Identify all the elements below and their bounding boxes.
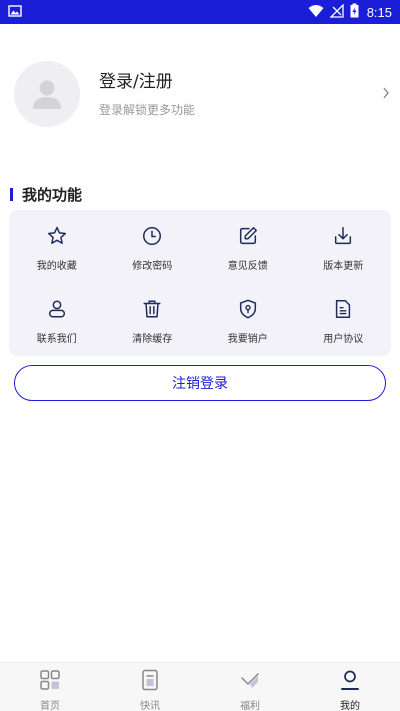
tab-label: 我的: [340, 701, 360, 711]
function-label: 修改密码: [132, 261, 173, 272]
section-header: 我的功能: [10, 184, 82, 205]
user-icon: [339, 669, 361, 691]
tab-label: 快讯: [140, 701, 160, 711]
clock-time: 8:15: [366, 4, 392, 20]
login-subtitle: 登录解锁更多功能: [99, 102, 196, 117]
tab-news[interactable]: 快讯: [100, 663, 200, 711]
function-label: 版本更新: [323, 261, 364, 272]
function-contact-us[interactable]: 联系我们: [9, 283, 105, 356]
function-label: 意见反馈: [227, 261, 268, 272]
tab-home[interactable]: 首页: [0, 663, 100, 711]
tab-label: 首页: [40, 701, 60, 711]
login-profile-row[interactable]: 登录/注册 登录解锁更多功能: [0, 56, 400, 132]
edit-icon: [236, 224, 260, 248]
gift-icon: [239, 669, 261, 691]
function-version-update[interactable]: 版本更新: [296, 210, 392, 283]
image-notification-icon: [8, 3, 22, 22]
status-bar: 8:15: [0, 0, 400, 24]
bottom-tab-bar: 首页 快讯 福利 我的: [0, 662, 400, 711]
chevron-right-icon[interactable]: [382, 85, 390, 104]
function-user-agreement[interactable]: 用户协议: [296, 283, 392, 356]
section-accent-bar: [10, 188, 13, 201]
tab-label: 福利: [240, 701, 260, 711]
function-clear-cache[interactable]: 清除缓存: [105, 283, 201, 356]
contact-icon: [45, 297, 69, 321]
document-icon: [331, 297, 355, 321]
section-title: 我的功能: [22, 186, 83, 204]
trash-icon: [140, 297, 164, 321]
avatar[interactable]: [14, 61, 80, 127]
clock-icon: [140, 224, 164, 248]
wifi-icon: [308, 3, 324, 22]
signal-icon: [329, 2, 344, 22]
shield-icon: [236, 297, 260, 321]
app-screen: 8:15 登录/注册 登录解锁更多功能 我的功能 我的收藏 修改密码 意见反馈 …: [0, 0, 400, 711]
news-icon: [139, 669, 161, 691]
login-register-title[interactable]: 登录/注册: [99, 71, 195, 93]
grid-icon: [39, 669, 61, 691]
function-change-password[interactable]: 修改密码: [105, 210, 201, 283]
function-feedback[interactable]: 意见反馈: [200, 210, 296, 283]
functions-card: 我的收藏 修改密码 意见反馈 版本更新 联系我们 清除缓存 我要销户 用户协议: [9, 210, 391, 356]
tab-mine[interactable]: 我的: [300, 663, 400, 711]
battery-icon: [350, 3, 359, 22]
star-icon: [45, 224, 69, 248]
function-label: 用户协议: [323, 334, 364, 345]
function-label: 清除缓存: [132, 334, 173, 345]
tab-welfare[interactable]: 福利: [200, 663, 300, 711]
logout-button[interactable]: 注销登录: [14, 365, 386, 401]
function-favorites[interactable]: 我的收藏: [9, 210, 105, 283]
function-label: 我的收藏: [36, 261, 77, 272]
function-label: 联系我们: [36, 334, 77, 345]
function-label: 我要销户: [227, 334, 268, 345]
download-icon: [331, 224, 355, 248]
function-close-account[interactable]: 我要销户: [200, 283, 296, 356]
default-avatar-icon: [33, 80, 61, 109]
